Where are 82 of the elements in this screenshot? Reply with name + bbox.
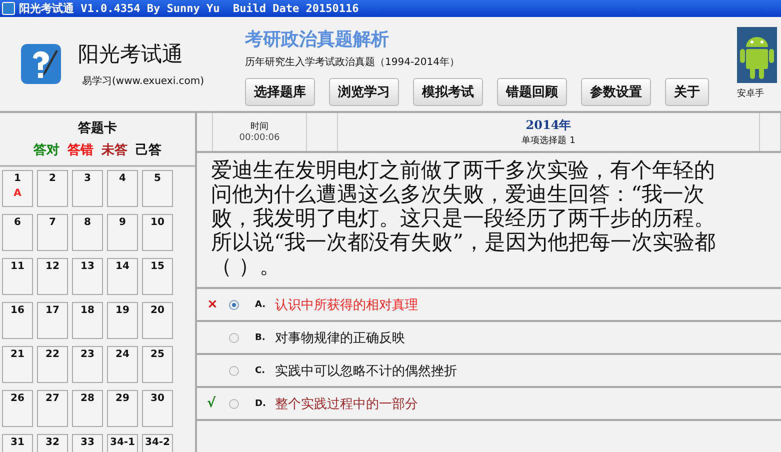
question-cell[interactable]: 34-1 <box>107 434 138 452</box>
question-cell[interactable]: 6 <box>2 214 33 251</box>
question-cell[interactable]: 33 <box>72 434 103 452</box>
question-text: 所以说“我一次都没有失败”，是因为他把每一次实验都 <box>211 230 716 254</box>
question-cell[interactable]: 20 <box>142 302 173 339</box>
question-cell[interactable]: 14 <box>107 258 138 295</box>
question-text: 问他为什么遭遇这么多次失败，爱迪生回答：“我一次 <box>211 182 706 206</box>
option-text: 整个实践过程中的一部分 <box>275 396 418 413</box>
option-text: 认识中所获得的相对真理 <box>275 296 418 314</box>
question-cell[interactable]: 31 <box>2 434 33 452</box>
question-cell[interactable]: 23 <box>72 346 103 383</box>
question-cell[interactable]: 12 <box>37 258 68 295</box>
option-letter: B. <box>255 332 266 343</box>
answer-card-title: 答题卡 <box>78 120 117 137</box>
question-cell[interactable]: 16 <box>2 302 33 339</box>
time-label: 时间 <box>250 120 268 133</box>
legend-label: 答对 <box>34 142 60 159</box>
toolbar-button[interactable]: 选择题库 <box>245 78 315 106</box>
toolbar-button[interactable]: 参数设置 <box>581 78 651 106</box>
toolbar-button[interactable]: 模拟考试 <box>413 78 483 106</box>
question-cell[interactable]: 10 <box>142 214 173 251</box>
answer-option[interactable]: × A. 认识中所获得的相对真理 <box>197 287 781 320</box>
question-cell[interactable]: 22 <box>37 346 68 383</box>
question-cell[interactable]: 2 <box>37 170 68 207</box>
question-cell[interactable]: 28 <box>72 390 103 427</box>
question-cell[interactable]: 21 <box>2 346 33 383</box>
question-cell[interactable]: 4 <box>107 170 138 207</box>
question-cell[interactable]: 3 <box>72 170 103 207</box>
question-cell[interactable]: 7 <box>37 214 68 251</box>
answer-option[interactable]: B. 对事物规律的正确反映 <box>197 320 781 354</box>
option-text: 对事物规律的正确反映 <box>275 330 405 347</box>
course-subtitle: 历年研究生入学考试政治真题（1994-2014年） <box>245 56 461 69</box>
question-cell[interactable]: 18 <box>72 302 103 339</box>
question-cell[interactable]: 9 <box>107 214 138 251</box>
legend-label: 己答 <box>136 142 162 159</box>
answer-option[interactable]: C. 实践中可以忽略不计的偶然挫折 <box>197 353 781 386</box>
course-title: 考研政治真题解析 <box>245 28 390 51</box>
legend-label: 未答 <box>102 142 128 159</box>
question-cell[interactable]: 11 <box>2 258 33 295</box>
question-cell[interactable]: 27 <box>37 390 68 427</box>
question-text: 败，我发明了电灯。这只是一段经历了两千步的历程。 <box>211 206 716 230</box>
option-letter: D. <box>255 398 267 409</box>
answer-option[interactable]: √ D. 整个实践过程中的一部分 <box>197 386 781 420</box>
question-cell[interactable]: 17 <box>37 302 68 339</box>
radio-button[interactable] <box>229 366 239 376</box>
app-subtitle: 易学习(www.exuexi.com) <box>81 75 204 88</box>
question-cell[interactable]: 19 <box>107 302 138 339</box>
option-text: 实践中可以忽略不计的偶然挫折 <box>275 362 457 380</box>
question-cell[interactable]: 5 <box>142 170 173 207</box>
toolbar-button[interactable]: 关于 <box>665 78 709 106</box>
question-cell[interactable]: 30 <box>142 390 173 427</box>
question-cell[interactable]: 24 <box>107 346 138 383</box>
question-cell[interactable]: 1 A <box>2 170 33 207</box>
question-cell[interactable]: 25 <box>142 346 173 383</box>
window-title: 阳光考试通 V1.0.4354 By Sunny Yu Build Date 20150116 <box>19 1 359 16</box>
question-cell[interactable]: 29 <box>107 390 138 427</box>
question-text: 爱迪生在发明电灯之前做了两千多次实验，有个年轻的 <box>211 158 716 182</box>
legend-label: 答错 <box>68 142 94 159</box>
toolbar-button[interactable]: 浏览学习 <box>329 78 399 106</box>
time-value: 00:00:06 <box>239 133 280 144</box>
app-name: 阳光考试通 <box>78 41 184 68</box>
option-letter: A. <box>255 300 267 310</box>
question-text: （ ）。 <box>211 254 282 278</box>
cross-mark: × <box>207 297 219 312</box>
app-icon <box>2 2 15 15</box>
check-mark: √ <box>207 396 217 412</box>
exam-year: 2014年 <box>526 116 572 134</box>
android-robot-icon[interactable] <box>737 27 777 83</box>
radio-button[interactable] <box>229 332 239 343</box>
question-cell[interactable]: 34-2 <box>142 434 173 452</box>
radio-button[interactable] <box>229 398 239 409</box>
question-section: 单项选择题 1 <box>522 134 576 147</box>
question-cell[interactable]: 32 <box>37 434 68 452</box>
question-cell[interactable]: 13 <box>72 258 103 295</box>
question-cell[interactable]: 8 <box>72 214 103 251</box>
question-pen-icon <box>20 43 62 85</box>
toolbar-button[interactable]: 错题回顾 <box>497 78 567 106</box>
option-letter: C. <box>255 366 266 376</box>
android-label: 安卓手 <box>737 88 764 100</box>
question-cell[interactable]: 15 <box>142 258 173 295</box>
question-cell[interactable]: 26 <box>2 390 33 427</box>
radio-button[interactable] <box>229 300 239 310</box>
